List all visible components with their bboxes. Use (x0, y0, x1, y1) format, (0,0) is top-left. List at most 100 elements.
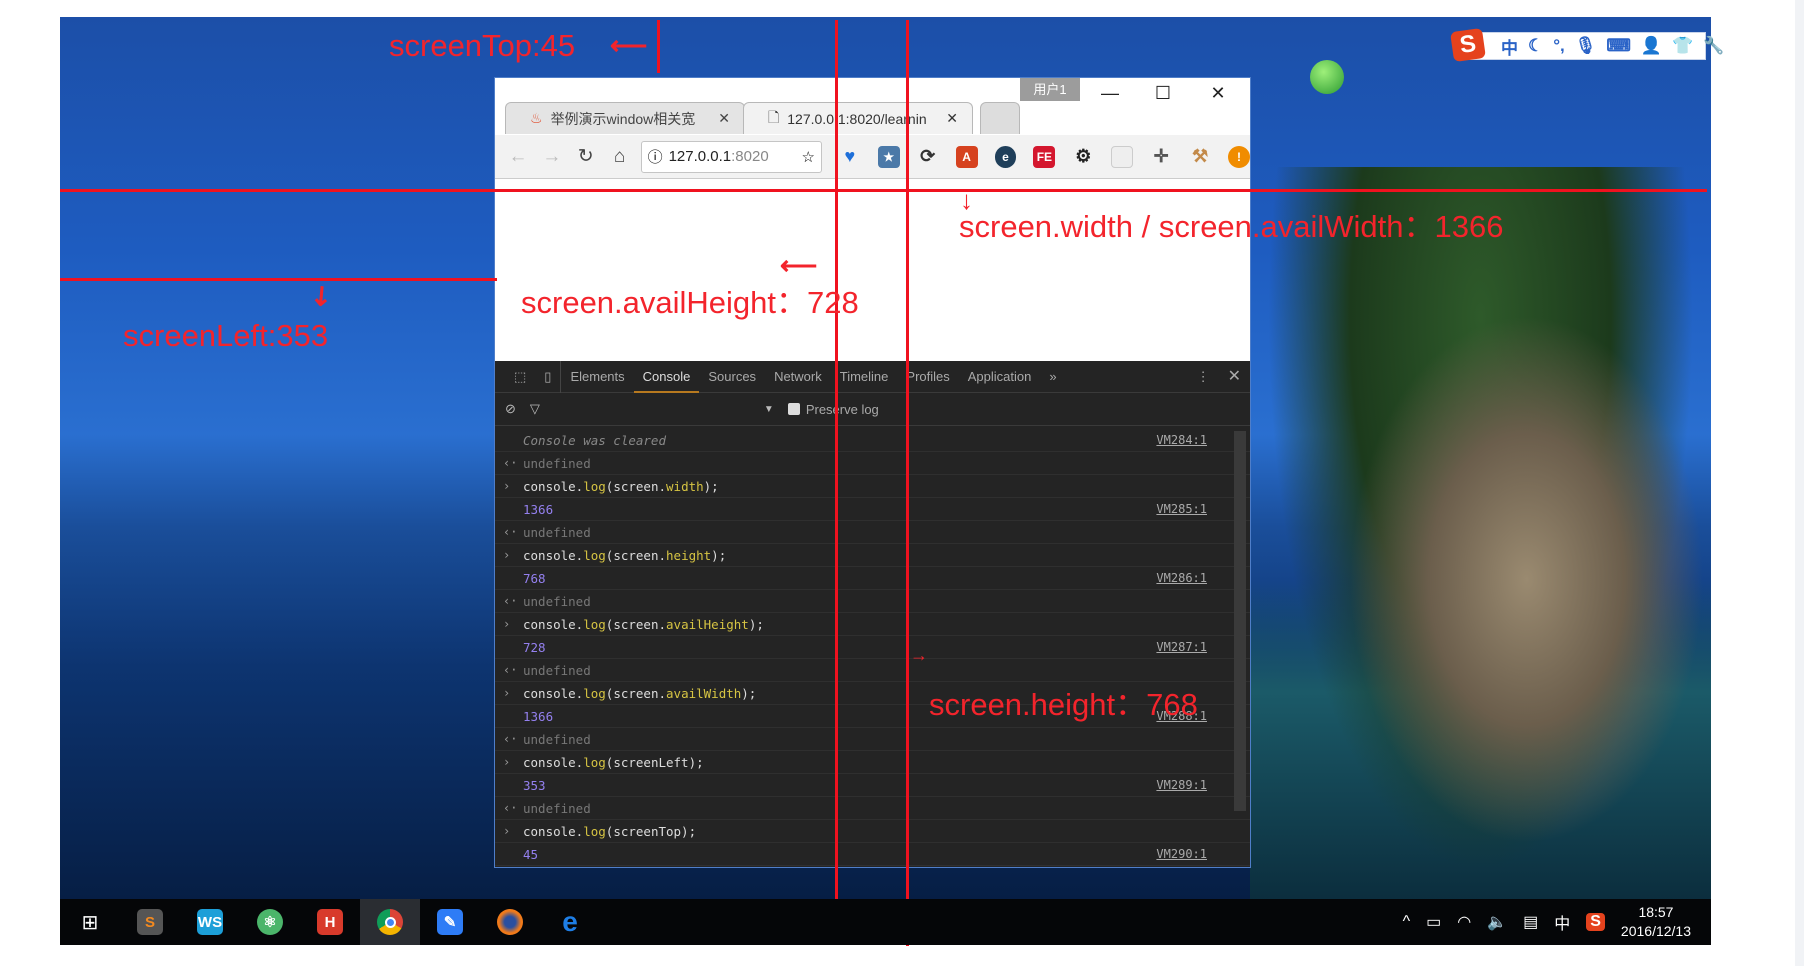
shirt-icon[interactable]: 👕 (1672, 36, 1693, 56)
taskbar-app-chrome[interactable] (360, 899, 420, 945)
devtools-tab-console[interactable]: Console (633, 361, 700, 393)
pencil-icon: ✎ (437, 909, 463, 935)
reload-icon[interactable]: ↻ (573, 145, 599, 168)
source-link[interactable]: VM287:1 (1156, 640, 1207, 654)
devtools-tab-timeline[interactable]: Timeline (831, 361, 898, 393)
extension-a-icon[interactable]: A (955, 145, 978, 168)
preserve-log-checkbox[interactable] (787, 403, 800, 415)
extension-calendar-icon[interactable] (1111, 145, 1134, 168)
minimize-button[interactable]: — (1085, 78, 1135, 108)
code-token: console. (523, 547, 584, 563)
tab-strip: ♨ 举例演示window相关宽 ✕ 🗋 127.0.0.1:8020/learn… (495, 78, 1250, 135)
close-tab-icon[interactable]: ✕ (718, 110, 730, 127)
annotation-line (657, 20, 660, 73)
extension-alert-icon[interactable]: ! (1227, 145, 1250, 168)
address-bar[interactable]: ⓘ 127.0.0.1:8020 ☆ (640, 140, 822, 173)
clock[interactable]: 18:57 2016/12/13 (1621, 903, 1691, 941)
extension-sync-icon[interactable]: ⟳ (917, 146, 939, 168)
source-link[interactable]: VM290:1 (1156, 847, 1207, 861)
tab-title: 127.0.0.1:8020/learnin (787, 110, 927, 127)
browser-window: ♨ 举例演示window相关宽 ✕ 🗋 127.0.0.1:8020/learn… (494, 77, 1251, 868)
input-prompt-icon: › (503, 686, 511, 700)
source-link[interactable]: VM284:1 (1156, 433, 1207, 447)
keyboard-icon[interactable]: ⌨ (1606, 36, 1631, 56)
clock-date: 2016/12/13 (1620, 923, 1691, 939)
gear-icon[interactable]: ⚙ (1072, 146, 1094, 168)
chevron-up-icon[interactable]: ^ (1403, 913, 1411, 931)
devtools-tab-sources[interactable]: Sources (699, 361, 765, 393)
extension-fe-icon[interactable]: FE (1033, 145, 1056, 168)
inspect-icon[interactable]: ⬚ (505, 361, 535, 393)
notification-icon[interactable]: ▤ (1523, 912, 1538, 932)
console-scrollbar[interactable] (1234, 431, 1246, 811)
page-icon: 🗋 (768, 108, 780, 125)
sogou-icon[interactable]: S (1586, 913, 1605, 931)
close-tab-icon[interactable]: ✕ (946, 110, 958, 127)
ime-toolbar[interactable]: 中 ☾ °, 🎙 ⌨ 👤 👕 🔧 (1460, 32, 1724, 60)
taskbar-app-atom[interactable]: ⚛ (240, 899, 300, 945)
taskbar-app-webstorm[interactable]: WS (180, 899, 240, 945)
code-token: console. (523, 685, 584, 701)
ime-indicator[interactable]: 中 (1554, 910, 1570, 934)
new-tab-button[interactable] (980, 102, 1020, 134)
wrench-icon[interactable]: 🔧 (1703, 36, 1724, 56)
extension-e-icon[interactable]: e (994, 145, 1017, 168)
console-text: undefined (523, 731, 591, 747)
chrome-icon (377, 909, 403, 935)
ime-item[interactable]: 中 (1501, 34, 1518, 59)
result-arrow-icon: ‹· (503, 456, 518, 470)
extension-move-icon[interactable]: ✛ (1150, 146, 1172, 168)
taskbar-app-hbuilder[interactable]: H (300, 899, 360, 945)
battery-icon[interactable]: ▭ (1426, 912, 1441, 932)
start-button[interactable]: ⊞ (60, 899, 120, 945)
annotation-line (906, 20, 909, 946)
back-icon[interactable]: ← (505, 146, 531, 168)
source-link[interactable]: VM286:1 (1156, 571, 1207, 585)
menu-icon[interactable]: ⋮ (1188, 361, 1219, 393)
device-icon[interactable]: ▯ (535, 360, 562, 393)
context-dropdown[interactable]: ▼ (764, 404, 774, 415)
annotation-screen-height: screen.height：768 (929, 687, 1198, 722)
arrow-icon: ⟵ (610, 30, 648, 60)
source-link[interactable]: VM285:1 (1156, 502, 1207, 516)
console-row-result: ‹· undefined (495, 728, 1250, 751)
extension-pin-icon[interactable]: ♥ (839, 146, 861, 168)
mic-icon[interactable]: 🎙 (1575, 36, 1597, 56)
taskbar-app-notes[interactable]: ✎ (420, 899, 480, 945)
ime-item[interactable]: ☾ (1528, 36, 1543, 56)
source-link[interactable]: VM289:1 (1156, 778, 1207, 792)
star-icon[interactable]: ☆ (801, 148, 814, 166)
tab-active[interactable]: 🗋 127.0.0.1:8020/learnin ✕ (743, 102, 973, 134)
devtools-tab-network[interactable]: Network (765, 361, 831, 393)
extension-hammer-icon[interactable]: ⚒ (1189, 146, 1211, 168)
extension-star-icon[interactable]: ★ (877, 145, 900, 168)
devtools-tab-application[interactable]: Application (959, 361, 1041, 393)
taskbar-app-sublime[interactable]: S (120, 899, 180, 945)
close-devtools-icon[interactable]: ✕ (1219, 361, 1250, 393)
volume-icon[interactable]: 🔈 (1487, 912, 1507, 932)
home-icon[interactable]: ⌂ (607, 146, 633, 168)
taskbar-app-firefox[interactable] (480, 899, 540, 945)
user-badge[interactable]: 用户1 (1020, 78, 1080, 101)
filter-icon[interactable]: ▽ (530, 401, 540, 417)
ime-item[interactable]: °, (1553, 36, 1565, 56)
close-window-button[interactable]: ✕ (1193, 78, 1243, 108)
more-tabs-button[interactable]: » (1040, 361, 1065, 393)
clear-console-icon[interactable]: ⊘ (505, 401, 516, 417)
taskbar-app-edge[interactable]: e (540, 899, 600, 945)
taskbar: ⊞ S WS ⚛ H ✎ e ^ ▭ ◠ 🔈 ▤ 中 S 18:57 2016/… (60, 899, 1711, 945)
console-row-result: ‹· undefined (495, 590, 1250, 613)
arrow-icon: → (910, 645, 928, 665)
user-icon[interactable]: 👤 (1641, 36, 1662, 56)
code-token: ); (741, 685, 757, 701)
console-row-output: 353 VM289:1 (495, 774, 1250, 797)
input-prompt-icon: › (503, 479, 511, 493)
sogou-logo-icon[interactable]: S (1450, 27, 1486, 63)
annotation-screen-top: screenTop:45 (389, 28, 576, 63)
devtools-tab-elements[interactable]: Elements (561, 361, 633, 393)
tab-inactive[interactable]: ♨ 举例演示window相关宽 ✕ (505, 102, 745, 134)
code-token: console. (523, 754, 584, 770)
maximize-button[interactable]: ☐ (1138, 78, 1188, 108)
forward-icon[interactable]: → (539, 146, 565, 168)
wifi-icon[interactable]: ◠ (1457, 912, 1471, 932)
